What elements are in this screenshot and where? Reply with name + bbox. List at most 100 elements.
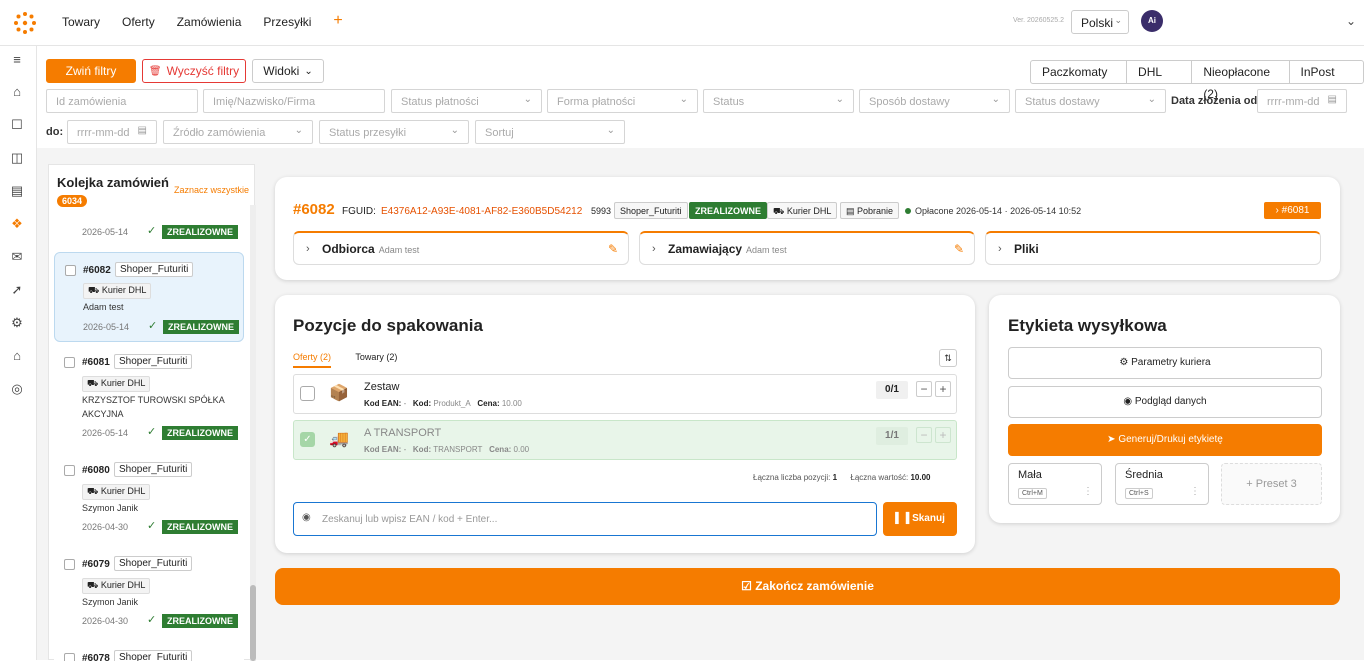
next-order-label: #6081 — [1281, 205, 1310, 216]
order-id-field[interactable]: Id zamówienia — [46, 89, 198, 113]
queue-item-date: 2026-04-30 — [82, 616, 129, 626]
list-item[interactable]: #6081 Shoper_Futuriti ⛟ Kurier DHL KRZYS… — [54, 349, 244, 449]
nav-add-icon[interactable]: + — [333, 12, 342, 30]
views-button[interactable]: Widoki ⌄ — [252, 59, 324, 83]
plus-button[interactable]: + — [935, 427, 951, 443]
nav-przesylki[interactable]: Przesyłki — [263, 15, 311, 30]
queue-item-checkbox[interactable] — [64, 559, 75, 570]
bag-icon[interactable]: ☐ — [9, 117, 25, 133]
queue-item-name: Szymon Janik — [82, 503, 139, 513]
more-options-icon[interactable]: ⋮ — [1190, 486, 1200, 497]
list-item[interactable]: 2026-05-14 ✓ ZREALIZOWNE — [54, 213, 244, 243]
list-item[interactable]: #6079 Shoper_Futuriti ⛟ Kurier DHL Szymo… — [54, 551, 244, 637]
mail-icon[interactable]: ✉ — [9, 249, 25, 265]
app-logo[interactable] — [12, 10, 38, 36]
queue-item-checkbox[interactable] — [64, 357, 75, 368]
home-icon[interactable]: ⌂ — [9, 84, 25, 100]
minus-button[interactable]: − — [916, 427, 932, 443]
sort-icon[interactable]: ⇅ — [939, 349, 957, 367]
date-to-input[interactable]: rrrr-mm-dd ▤ — [67, 120, 157, 144]
tab-paczkomaty[interactable]: Paczkomaty (2) — [1031, 61, 1128, 101]
packing-item-checkbox[interactable] — [300, 386, 315, 401]
rocket-icon[interactable]: ➚ — [9, 282, 25, 298]
scan-button[interactable]: ▌▐ Skanuj — [883, 502, 957, 536]
orderer-title: Zamawiający Adam test — [668, 242, 787, 256]
minus-button[interactable]: − — [916, 381, 932, 397]
generate-label-button[interactable]: ➤ Generuj/Drukuj etykietę — [1008, 424, 1322, 456]
gear-icon[interactable]: ⚙ — [9, 315, 25, 331]
packing-item-checkbox[interactable]: ✓ — [300, 432, 315, 447]
dropbox-icon[interactable]: ❖ — [9, 216, 25, 232]
order-queue-panel: Kolejka zamówień 6034 Zaznacz wszystkie … — [48, 164, 256, 661]
clear-filters-button[interactable]: 🗑 Wyczyść filtry — [142, 59, 246, 83]
delivery-status-select[interactable]: Status dostawy ⌄ — [1015, 89, 1166, 113]
support-icon[interactable]: ◎ — [9, 381, 25, 397]
recipient-section[interactable]: › Odbiorca Adam test ✎ — [293, 231, 629, 265]
tab-towary[interactable]: Towary (2) — [355, 352, 397, 362]
nav-towary[interactable]: Towary — [62, 15, 100, 30]
chevron-down-icon: ⌄ — [523, 94, 532, 105]
nav-zamowienia[interactable]: Zamówienia — [177, 15, 242, 30]
list-item[interactable]: #6082 Shoper_Futuriti ⛟ Kurier DHL Adam … — [54, 252, 244, 342]
queue-item-courier-label: Kurier DHL — [100, 378, 146, 388]
camera-icon: ◉ — [302, 512, 311, 523]
shipment-status-select[interactable]: Status przesyłki ⌄ — [319, 120, 469, 144]
files-section[interactable]: › Pliki — [985, 231, 1321, 265]
shipping-label-card: Etykieta wysyłkowa ⚙ Parametry kuriera ◉… — [989, 295, 1340, 523]
courier-params-button[interactable]: ⚙ Parametry kuriera — [1008, 347, 1322, 379]
tab-inpost[interactable]: InPost (79) — [1290, 61, 1363, 101]
edit-icon[interactable]: ✎ — [608, 242, 618, 256]
select-all-link[interactable]: Zaznacz wszystkie — [174, 185, 249, 195]
menu-toggle-icon[interactable]: ≡ — [9, 52, 25, 68]
dashboard-icon[interactable]: ▤ — [9, 183, 25, 199]
name-field[interactable]: Imię/Nazwisko/Firma — [203, 89, 385, 113]
data-preview-button[interactable]: ◉ Podgląd danych — [1008, 386, 1322, 418]
queue-item-number: #6081 — [82, 357, 110, 368]
scan-button-label: Skanuj — [912, 513, 945, 524]
packing-totals: Łączna liczba pozycji: 1 Łączna wartość:… — [753, 473, 930, 482]
tab-nieoplacone[interactable]: Nieopłacone (2) — [1192, 61, 1290, 101]
scan-input[interactable]: ◉ Zeskanuj lub wpisz EAN / kod + Enter..… — [293, 502, 877, 536]
list-item[interactable]: #6080 Shoper_Futuriti ⛟ Kurier DHL Szymo… — [54, 457, 244, 543]
source-select[interactable]: Źródło zamówienia ⌄ — [163, 120, 313, 144]
next-order-button[interactable]: › #6081 — [1264, 202, 1321, 219]
finish-order-button[interactable]: ☑ Zakończ zamówienie — [275, 568, 1340, 605]
tab-oferty[interactable]: Oferty (2) — [293, 352, 332, 368]
queue-item-checkbox[interactable] — [65, 265, 76, 276]
folder-icon[interactable]: ◫ — [9, 150, 25, 166]
status-select[interactable]: Status ⌄ — [703, 89, 854, 113]
price-value: 0.00 — [513, 445, 530, 454]
list-item[interactable]: #6078 Shoper_Futuriti — [54, 645, 244, 661]
collapse-filters-button[interactable]: Zwiń filtry — [46, 59, 136, 83]
packing-item-meta: Kod EAN: - Kod: Produkt_A Cena: 10.00 — [364, 399, 522, 408]
nav-oferty[interactable]: Oferty — [122, 15, 155, 30]
preset-small[interactable]: Mała Ctrl+M ⋮ — [1008, 463, 1102, 505]
packing-item-name: A TRANSPORT — [364, 427, 442, 439]
finish-order-label: Zakończ zamówienie — [755, 579, 874, 593]
queue-item-date: 2026-05-14 — [82, 227, 129, 237]
payment-status-select[interactable]: Status płatności ⌄ — [391, 89, 542, 113]
chevron-down-icon[interactable]: ⌄ — [1346, 14, 1356, 28]
total-count-value: 1 — [832, 473, 838, 482]
preset-medium[interactable]: Średnia Ctrl+S ⋮ — [1115, 463, 1209, 505]
chevron-down-icon: ⌄ — [450, 125, 459, 136]
avatar[interactable]: Ai — [1141, 10, 1163, 32]
tab-dhl[interactable]: DHL (34) — [1127, 61, 1193, 101]
queue-title: Kolejka zamówień — [57, 175, 169, 190]
more-options-icon[interactable]: ⋮ — [1083, 486, 1093, 497]
edit-icon[interactable]: ✎ — [954, 242, 964, 256]
payment-form-select[interactable]: Forma płatności ⌄ — [547, 89, 698, 113]
date-from-input[interactable]: rrrr-mm-dd ▤ — [1257, 89, 1347, 113]
delivery-method-select[interactable]: Sposób dostawy ⌄ — [859, 89, 1010, 113]
recipient-title-text: Odbiorca — [322, 242, 375, 256]
plus-button[interactable]: + — [935, 381, 951, 397]
add-preset-button[interactable]: + Preset 3 — [1221, 463, 1322, 505]
calendar-icon: ▤ — [1327, 94, 1337, 105]
warehouse-icon[interactable]: ⌂ — [9, 348, 25, 364]
sort-select[interactable]: Sortuj ⌄ — [475, 120, 625, 144]
orderer-section[interactable]: › Zamawiający Adam test ✎ — [639, 231, 975, 265]
language-select[interactable]: Polski ⌄ — [1071, 10, 1129, 34]
status-badge: ZREALIZOWNE — [162, 520, 238, 534]
queue-item-checkbox[interactable] — [64, 465, 75, 476]
queue-scrollbar-thumb[interactable] — [250, 585, 256, 661]
